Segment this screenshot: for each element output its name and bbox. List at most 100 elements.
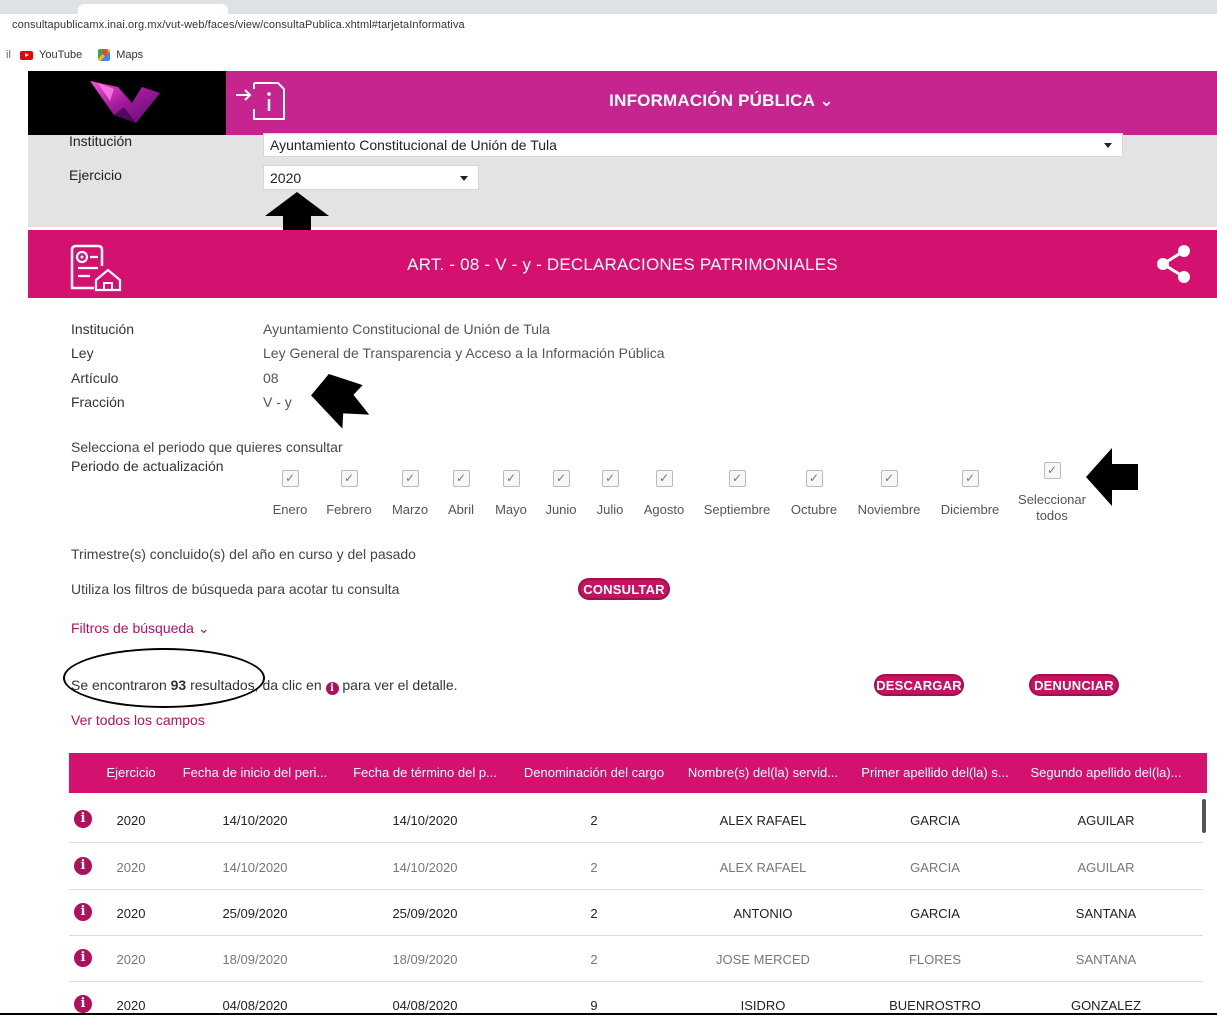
address-bar[interactable]: consultapublicamx.inai.org.mx/vut-web/fa… (0, 14, 1217, 40)
bookmark-fragment: il (6, 49, 11, 61)
cell-primer-apellido: GARCIA (910, 860, 960, 875)
section-title: ART. - 08 - V - y - DECLARACIONES PATRIM… (407, 255, 838, 274)
table-scrollbar[interactable] (1202, 799, 1206, 833)
column-header-denominacion-cargo[interactable]: Denominación del cargo (517, 765, 671, 780)
filter-ejercicio-label: Ejercicio (69, 167, 122, 183)
cell-cargo: 2 (590, 860, 598, 875)
cell-primer-apellido: FLORES (908, 952, 961, 967)
month-checkbox-septiembre[interactable]: ✓ Septiembre (697, 470, 777, 517)
cell-ejercicio: 2020 (116, 906, 146, 921)
bookmark-label: Maps (116, 49, 144, 61)
ejercicio-select-value: 2020 (270, 169, 302, 186)
row-info-icon[interactable]: i (74, 949, 92, 967)
youtube-icon (20, 50, 33, 60)
table-row: i 2020 18/09/2020 18/09/2020 2 JOSE MERC… (69, 935, 1203, 982)
results-suffix: para ver el detalle. (338, 677, 458, 693)
month-checkbox-agosto[interactable]: ✓ Agosto (624, 470, 704, 517)
row-info-icon[interactable]: i (74, 810, 92, 828)
cell-segundo-apellido: SANTANA (1075, 906, 1137, 921)
cell-segundo-apellido: AGUILAR (1077, 860, 1135, 875)
browser-active-tab[interactable] (78, 4, 228, 14)
cell-fecha-inicio: 14/10/2020 (222, 860, 288, 875)
cell-fecha-inicio: 04/08/2020 (222, 998, 288, 1013)
column-header-fecha-inicio[interactable]: Fecha de inicio del peri... (177, 765, 333, 780)
column-header-ejercicio[interactable]: Ejercicio (97, 765, 165, 780)
top-header-bar: INFORMACIÓN PÚBLICA ⌄ (226, 71, 1217, 135)
checkbox-checked-icon: ✓ (281, 470, 299, 487)
checkbox-checked-icon: ✓ (1043, 462, 1061, 479)
share-icon[interactable] (1156, 244, 1192, 284)
checkbox-checked-icon: ✓ (880, 470, 898, 487)
column-header-nombre[interactable]: Nombre(s) del(la) servid... (683, 765, 843, 780)
cell-segundo-apellido: AGUILAR (1077, 813, 1135, 828)
row-info-icon[interactable]: i (74, 995, 92, 1013)
cell-ejercicio: 2020 (116, 813, 146, 828)
descargar-button[interactable]: DESCARGAR (874, 674, 964, 696)
bookmark-maps[interactable]: Maps (98, 49, 143, 61)
column-header-segundo-apellido[interactable]: Segundo apellido del(la)... (1029, 765, 1183, 780)
row-info-icon[interactable]: i (74, 903, 92, 921)
results-summary: Se encontraron 93 resultados, da clic en… (71, 677, 458, 695)
checkbox-checked-icon: ✓ (728, 470, 746, 487)
cell-primer-apellido: BUENROSTRO (889, 998, 981, 1013)
table-row: i 2020 14/10/2020 14/10/2020 2 ALEX RAFA… (69, 796, 1203, 843)
chevron-down-icon (1104, 143, 1112, 148)
cell-fecha-termino: 04/08/2020 (392, 998, 458, 1013)
column-header-fecha-termino[interactable]: Fecha de término del p... (347, 765, 503, 780)
results-count: 93 (170, 677, 187, 693)
cell-nombre: ALEX RAFAEL (719, 813, 807, 828)
cell-ejercicio: 2020 (116, 952, 146, 967)
logo-icon (90, 81, 160, 123)
month-checkbox-octubre[interactable]: ✓ Octubre (774, 470, 854, 517)
table-row: i 2020 25/09/2020 25/09/2020 2 ANTONIO G… (69, 889, 1203, 936)
cell-segundo-apellido: SANTANA (1075, 952, 1137, 967)
detail-institucion-label: Institución (71, 321, 135, 337)
checkbox-checked-icon: ✓ (502, 470, 520, 487)
table-row: i 2020 14/10/2020 14/10/2020 2 ALEX RAFA… (69, 843, 1203, 890)
section-banner: ART. - 08 - V - y - DECLARACIONES PATRIM… (28, 230, 1217, 298)
checkbox-checked-icon: ✓ (401, 470, 419, 487)
bookmark-label: YouTube (39, 49, 83, 61)
cell-nombre: ALEX RAFAEL (719, 860, 807, 875)
month-label: Agosto (643, 502, 685, 517)
month-label: Diciembre (940, 502, 1000, 517)
trimestre-note: Trimestre(s) concluido(s) del año en cur… (71, 546, 416, 562)
table-row: i 2020 04/08/2020 04/08/2020 9 ISIDRO BU… (69, 981, 1203, 1013)
checkbox-checked-icon: ✓ (805, 470, 823, 487)
checkbox-checked-icon: ✓ (655, 470, 673, 487)
cell-cargo: 9 (590, 998, 598, 1013)
cell-segundo-apellido: GONZALEZ (1070, 998, 1142, 1013)
cell-primer-apellido: GARCIA (910, 906, 960, 921)
checkbox-checked-icon: ✓ (961, 470, 979, 487)
institucion-select[interactable]: Ayuntamiento Constitucional de Unión de … (263, 133, 1123, 157)
cell-fecha-inicio: 14/10/2020 (222, 813, 288, 828)
browser-tabstrip (0, 0, 1217, 14)
info-icon: i (325, 682, 339, 695)
month-label: Octubre (790, 502, 838, 517)
month-checkbox-diciembre[interactable]: ✓ Diciembre (930, 470, 1010, 517)
month-checkbox-noviembre[interactable]: ✓ Noviembre (849, 470, 929, 517)
site-logo[interactable] (28, 71, 226, 135)
checkbox-checked-icon: ✓ (552, 470, 570, 487)
denunciar-button[interactable]: DENUNCIAR (1029, 674, 1119, 696)
select-all-label-line1: Seleccionar (1018, 492, 1086, 507)
ejercicio-select[interactable]: 2020 (263, 165, 479, 190)
cell-fecha-termino: 14/10/2020 (392, 860, 458, 875)
consultar-button[interactable]: CONSULTAR (578, 578, 670, 600)
header-menu-title[interactable]: INFORMACIÓN PÚBLICA ⌄ (226, 91, 1217, 111)
cell-cargo: 2 (590, 952, 598, 967)
month-label: Noviembre (857, 502, 921, 517)
detail-fraccion-value: V - y (263, 394, 292, 410)
checkbox-checked-icon: ✓ (340, 470, 358, 487)
bookmark-youtube[interactable]: YouTube (20, 49, 82, 61)
filtros-busqueda-toggle[interactable]: Filtros de búsqueda ⌄ (71, 620, 210, 637)
column-header-primer-apellido[interactable]: Primer apellido del(la) s... (857, 765, 1013, 780)
cell-cargo: 2 (590, 906, 598, 921)
results-table-header: Ejercicio Fecha de inicio del peri... Fe… (69, 753, 1207, 793)
results-middle: resultados, da clic en (186, 677, 326, 693)
select-all-checkbox[interactable]: ✓ Seleccionar todos (1012, 462, 1092, 524)
ver-todos-campos-link[interactable]: Ver todos los campos (71, 712, 205, 728)
institucion-select-value: Ayuntamiento Constitucional de Unión de … (270, 137, 557, 153)
detail-fraccion-label: Fracción (71, 394, 125, 410)
row-info-icon[interactable]: i (74, 857, 92, 875)
